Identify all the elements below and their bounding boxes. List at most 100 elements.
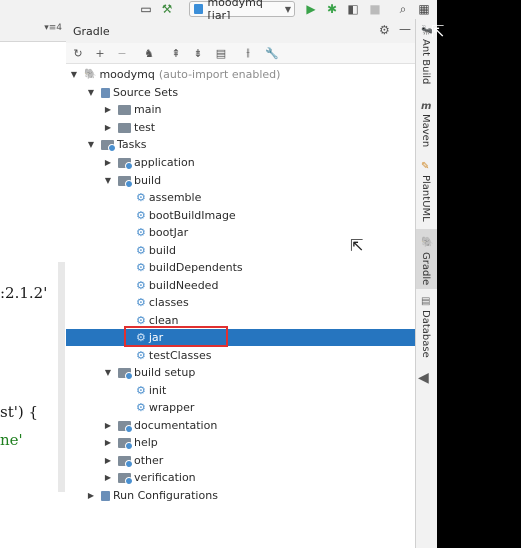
code-line: st') { — [0, 403, 39, 421]
execute-task-icon[interactable]: ♞ — [142, 46, 156, 60]
tree-node-help[interactable]: ▶ help — [103, 434, 158, 451]
tasks-folder-icon — [118, 367, 133, 380]
task-label: wrapper — [148, 401, 195, 414]
tree-node-verification[interactable]: ▶ verification — [103, 469, 196, 486]
chevron-right-icon[interactable]: ▶ — [103, 434, 113, 451]
source-sets-icon — [101, 87, 110, 98]
tree-label: main — [134, 103, 162, 116]
task-label: assemble — [148, 191, 202, 204]
tree-node-documentation[interactable]: ▶ documentation — [103, 417, 217, 434]
collapse-all-icon[interactable]: ⇟ — [191, 46, 205, 60]
tree-node-build-setup[interactable]: ▼ build setup — [103, 364, 195, 381]
database-tab[interactable]: Database — [420, 310, 431, 358]
gear-icon: ⚙ — [136, 191, 146, 204]
tree-node-build[interactable]: ▼ build — [103, 172, 161, 189]
task-label: classes — [148, 296, 189, 309]
maven-icon: m — [421, 101, 432, 112]
tasks-folder-icon — [118, 420, 133, 433]
task-label: build — [148, 244, 176, 257]
chevron-right-icon[interactable]: ▶ — [86, 487, 96, 504]
tasks-folder-icon — [118, 472, 133, 485]
run-with-coverage-icon[interactable]: ◧ — [346, 2, 360, 16]
maven-tab[interactable]: Maven — [420, 114, 431, 147]
mouse-cursor-icon: ⇱ — [350, 236, 364, 255]
gear-icon: ⚙ — [136, 384, 146, 397]
chevron-down-icon[interactable]: ▼ — [69, 66, 79, 83]
tree-node-source-sets[interactable]: ▼ Source Sets — [86, 84, 178, 101]
expand-all-icon[interactable]: ⇞ — [169, 46, 183, 60]
auto-import-hint: (auto-import enabled) — [158, 68, 281, 81]
add-icon[interactable]: + — [93, 46, 107, 60]
remove-icon[interactable]: − — [115, 46, 129, 60]
database-icon: ▤ — [421, 296, 431, 307]
tree-label: help — [134, 436, 158, 449]
chevron-right-icon[interactable]: ▶ — [103, 417, 113, 434]
task-label: bootJar — [148, 226, 189, 239]
dependencies-icon[interactable]: ▤ — [214, 46, 228, 60]
task-item[interactable]: ⚙ bootBuildImage — [136, 207, 236, 224]
chevron-right-icon[interactable]: ▶ — [103, 469, 113, 486]
gradle-header: Gradle ⚙ — — [66, 19, 415, 44]
vcs-icon[interactable]: ▦ — [417, 2, 431, 16]
run-icon[interactable]: ▶ — [304, 2, 318, 16]
task-item[interactable]: ⚙ buildNeeded — [136, 277, 218, 294]
task-item[interactable]: ⚙ build — [136, 242, 176, 259]
task-item[interactable]: ⚙ wrapper — [136, 399, 194, 416]
tree-label: build setup — [134, 366, 196, 379]
toggle-offline-icon[interactable]: ⫲ — [241, 46, 255, 60]
tree-node-test[interactable]: ▶ test — [103, 119, 155, 136]
project-name: moodymq — [99, 68, 155, 81]
chevron-down-icon[interactable]: ▼ — [86, 136, 96, 153]
tree-node-run-configurations[interactable]: ▶ Run Configurations — [86, 487, 218, 504]
run-configurations-icon — [101, 490, 110, 501]
chevron-right-icon[interactable]: ▶ — [103, 154, 113, 171]
build-hammer-icon[interactable]: ⚒ — [160, 2, 174, 16]
tree-label: Run Configurations — [113, 489, 218, 502]
chevron-down-icon[interactable]: ▼ — [103, 364, 113, 381]
gear-icon[interactable]: ⚙ — [379, 23, 390, 37]
debug-icon[interactable]: ✱ — [325, 2, 339, 16]
tab-list-icon[interactable]: ▾≡4 — [44, 23, 62, 33]
gradle-toolbar: ↻ + − ♞ ⇞ ⇟ ▤ ⫲ 🔧 — [66, 43, 415, 64]
task-label: buildNeeded — [148, 279, 219, 292]
task-item[interactable]: ⚙ init — [136, 382, 166, 399]
search-icon[interactable]: ⌕ — [396, 2, 410, 16]
ant-build-tab[interactable]: Ant Build — [420, 39, 431, 84]
folder-icon — [118, 104, 131, 115]
chevron-down-icon[interactable]: ▼ — [103, 172, 113, 189]
gradle-tab[interactable]: Gradle — [420, 252, 431, 285]
refresh-icon[interactable]: ↻ — [71, 46, 85, 60]
task-item[interactable]: ⚙ bootJar — [136, 224, 188, 241]
project-structure-icon[interactable]: ▭ — [139, 2, 153, 16]
chevron-right-icon[interactable]: ▶ — [103, 452, 113, 469]
tree-node-tasks[interactable]: ▼ Tasks — [86, 136, 146, 153]
minimize-icon[interactable]: — — [399, 22, 411, 36]
gear-icon: ⚙ — [136, 401, 146, 414]
folder-icon — [118, 122, 131, 133]
tasks-folder-icon — [118, 455, 133, 468]
chevron-right-icon[interactable]: ▶ — [103, 119, 113, 136]
task-item[interactable]: ⚙ classes — [136, 294, 189, 311]
tree-root[interactable]: ▼ 🐘 moodymq (auto-import enabled) — [69, 66, 281, 83]
gear-icon: ⚙ — [136, 261, 146, 274]
tree-node-main[interactable]: ▶ main — [103, 101, 162, 118]
wrench-icon[interactable]: 🔧 — [265, 46, 279, 60]
task-item[interactable]: ⚙ testClasses — [136, 347, 211, 364]
task-label: init — [148, 384, 167, 397]
editor-scrollbar[interactable] — [58, 262, 65, 492]
run-configuration-selector[interactable]: moodymq [jar] ▼ — [189, 0, 295, 22]
chevron-down-icon: ▼ — [284, 4, 291, 14]
stop-icon[interactable]: ■ — [368, 2, 382, 16]
gear-icon: ⚙ — [136, 349, 146, 362]
offscreen-area — [437, 0, 521, 548]
plantuml-tab[interactable]: PlantUML — [420, 175, 431, 222]
task-item[interactable]: ⚙ assemble — [136, 189, 201, 206]
chevron-down-icon[interactable]: ▼ — [86, 84, 96, 101]
chevron-right-icon[interactable]: ▶ — [103, 101, 113, 118]
collapse-arrow-icon[interactable]: ◀ — [418, 370, 434, 386]
tree-node-application[interactable]: ▶ application — [103, 154, 195, 171]
tasks-folder-icon — [118, 175, 133, 188]
task-item[interactable]: ⚙ buildDependents — [136, 259, 243, 276]
tree-node-other[interactable]: ▶ other — [103, 452, 163, 469]
plantuml-icon: ✎ — [421, 161, 430, 172]
